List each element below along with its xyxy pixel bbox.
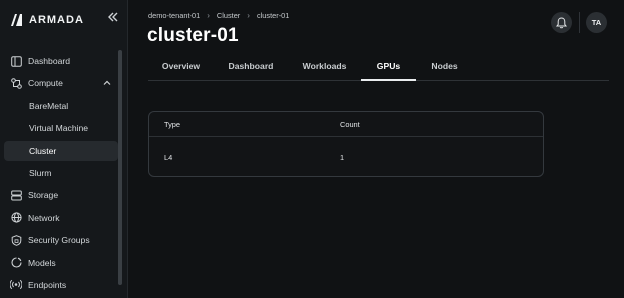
tab-workloads[interactable]: Workloads [288, 52, 361, 80]
sidebar-item-label: Models [28, 257, 56, 268]
cell-gpu-count: 1 [340, 152, 345, 162]
double-chevron-left-icon [108, 12, 118, 22]
column-header-count: Count [340, 119, 360, 129]
storage-icon [10, 189, 22, 201]
sidebar-item-label: Dashboard [28, 56, 71, 66]
sidebar-item-label: Compute [28, 78, 63, 89]
sidebar-item-virtual-machine[interactable]: Virtual Machine [4, 118, 118, 138]
chevron-right-icon: › [247, 11, 250, 20]
endpoints-icon [10, 279, 22, 291]
shield-icon [10, 234, 22, 246]
breadcrumb: demo-tenant-01 › Cluster › cluster-01 [148, 11, 289, 20]
tab-gpus[interactable]: GPUs [361, 52, 416, 81]
column-header-type: Type [164, 119, 181, 129]
compute-icon [10, 77, 22, 89]
sidebar-item-label: Endpoints [28, 279, 67, 290]
sidebar-item-cluster[interactable]: Cluster [4, 140, 118, 161]
sidebar-item-compute[interactable]: Compute [4, 73, 118, 93]
sidebar-scrollbar-thumb[interactable] [118, 50, 122, 285]
sidebar-item-label: Slurm [29, 167, 52, 178]
breadcrumb-item-cluster[interactable]: Cluster [217, 11, 240, 20]
sidebar-item-storage[interactable]: Storage [4, 185, 118, 205]
sidebar-item-network[interactable]: Network [4, 208, 118, 228]
breadcrumb-item-tenant[interactable]: demo-tenant-01 [148, 11, 200, 20]
sidebar-item-label: Cluster [29, 145, 57, 156]
tab-overview[interactable]: Overview [148, 52, 214, 80]
gpu-table: Type Count L4 1 [148, 111, 544, 177]
page-title: cluster-01 [147, 25, 239, 46]
sidebar-item-models[interactable]: Models [4, 253, 118, 273]
notifications-button[interactable] [551, 12, 572, 33]
network-icon [10, 212, 22, 224]
sidebar-nav: Dashboard Compute BareMetal Virtual Mach… [4, 51, 118, 297]
cell-gpu-type: L4 [164, 152, 173, 162]
avatar[interactable]: TA [586, 12, 607, 33]
sidebar-item-slurm[interactable]: Slurm [4, 163, 118, 183]
sidebar-item-dashboard[interactable]: Dashboard [4, 51, 118, 71]
sidebar-item-label: BareMetal [29, 100, 69, 111]
brand-name: ARMADA [29, 14, 84, 26]
breadcrumb-item-current: cluster-01 [256, 11, 290, 20]
sidebar-item-security-groups[interactable]: Security Groups [4, 230, 118, 250]
table-row: L4 1 [149, 137, 543, 177]
sidebar-item-baremetal[interactable]: BareMetal [4, 96, 118, 116]
tab-dashboard[interactable]: Dashboard [214, 52, 288, 80]
table-header-row: Type Count [149, 112, 543, 137]
brand-logo[interactable]: ARMADA [10, 11, 84, 29]
sidebar-item-label: Virtual Machine [29, 123, 89, 134]
chevron-right-icon: › [207, 11, 210, 20]
bell-icon [556, 16, 567, 28]
sidebar-scrollbar[interactable] [118, 50, 122, 285]
armada-logo-icon [11, 14, 22, 26]
models-icon [10, 257, 22, 269]
sidebar-item-endpoints[interactable]: Endpoints [4, 275, 118, 295]
dashboard-icon [10, 55, 22, 67]
collapse-sidebar-button[interactable] [105, 11, 121, 27]
sidebar-item-label: Security Groups [28, 235, 90, 246]
sidebar-item-label: Network [28, 212, 60, 223]
sidebar: ARMADA Dashboard Compute BareMetal Virtu… [0, 0, 128, 298]
sidebar-item-label: Storage [28, 190, 59, 201]
tab-bar: Overview Dashboard Workloads GPUs Nodes [148, 52, 609, 81]
tab-nodes[interactable]: Nodes [416, 52, 473, 80]
header-divider [579, 12, 580, 33]
chevron-up-icon [103, 81, 111, 86]
